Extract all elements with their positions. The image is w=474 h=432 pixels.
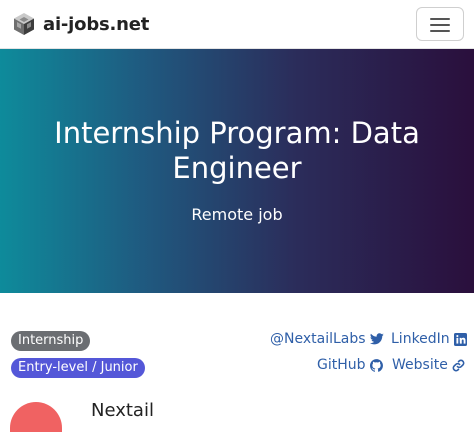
job-title: Internship Program: Data Engineer bbox=[54, 116, 420, 185]
twitter-link[interactable]: @NextailLabs bbox=[270, 330, 384, 348]
linkedin-icon bbox=[453, 332, 467, 346]
navbar-toggle-button[interactable] bbox=[416, 7, 464, 41]
github-icon bbox=[369, 358, 383, 372]
hamburger-menu-icon bbox=[430, 24, 450, 26]
hamburger-menu-icon bbox=[430, 30, 450, 32]
brand-name: ai-jobs.net bbox=[43, 13, 150, 35]
github-link[interactable]: GitHub bbox=[317, 356, 383, 374]
linkedin-link-label: LinkedIn bbox=[391, 331, 450, 347]
linkedin-link[interactable]: LinkedIn bbox=[391, 330, 467, 348]
link-icon bbox=[452, 359, 465, 371]
job-hero-banner: Internship Program: Data Engineer Remote… bbox=[0, 49, 474, 293]
job-location-type: Remote job bbox=[191, 205, 283, 224]
github-link-label: GitHub bbox=[317, 357, 366, 373]
website-link[interactable]: Website bbox=[392, 356, 465, 374]
ai-jobs-cube-logo-icon bbox=[14, 13, 34, 35]
twitter-icon bbox=[369, 333, 384, 345]
badge-experience-level: Entry-level / Junior bbox=[11, 358, 145, 378]
company-logo bbox=[10, 402, 62, 432]
website-link-label: Website bbox=[392, 357, 448, 373]
navbar: ai-jobs.net bbox=[0, 0, 474, 49]
brand-link[interactable]: ai-jobs.net bbox=[12, 10, 149, 38]
twitter-link-label: @NextailLabs bbox=[270, 331, 366, 347]
company-name: Nextail bbox=[91, 400, 154, 421]
hamburger-menu-icon bbox=[430, 18, 450, 20]
badge-internship: Internship bbox=[11, 331, 91, 351]
